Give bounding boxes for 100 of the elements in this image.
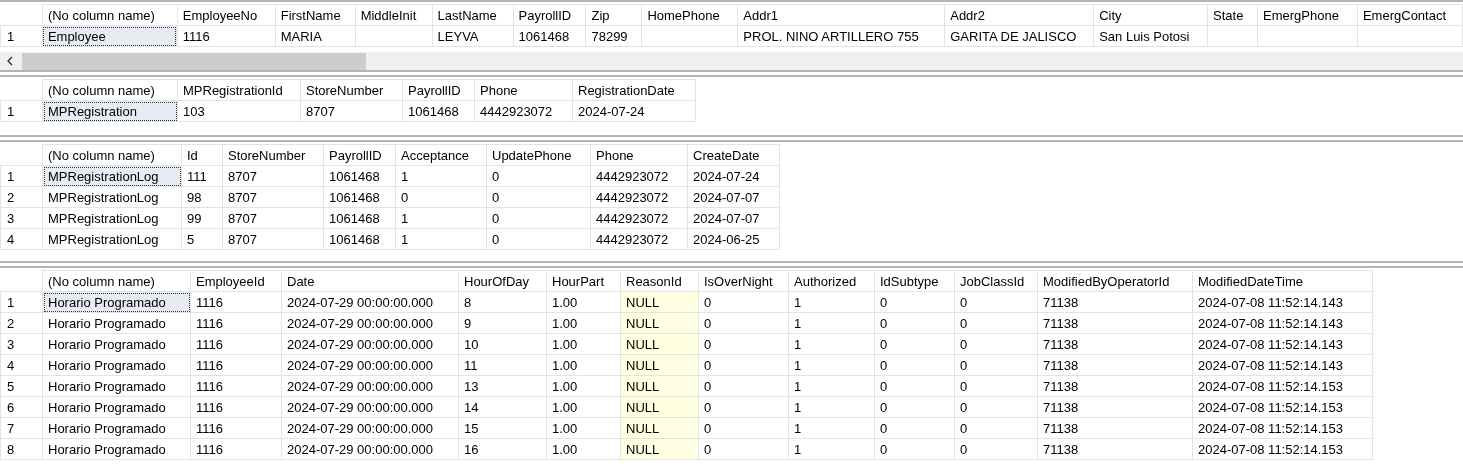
table-cell[interactable]: 1116 (190, 438, 282, 460)
table-cell[interactable]: 103 (177, 100, 301, 122)
column-header[interactable]: (No column name) (42, 4, 178, 26)
column-header[interactable]: Date (281, 270, 459, 292)
table-cell[interactable]: 1116 (190, 354, 282, 376)
column-header[interactable]: EmployeeId (190, 270, 282, 292)
table-cell[interactable]: 2024-07-29 00:00:00.000 (281, 438, 459, 460)
table-cell[interactable]: 1.00 (546, 354, 621, 376)
table-cell[interactable]: 0 (874, 333, 955, 355)
table-cell[interactable]: 1.00 (546, 438, 621, 460)
table-cell[interactable]: 0 (395, 186, 487, 208)
column-header[interactable]: UpdatePhone (486, 144, 591, 166)
table-cell[interactable]: 2024-07-29 00:00:00.000 (281, 417, 459, 439)
column-header[interactable]: EmergContact (1357, 4, 1463, 26)
table-cell[interactable]: 8707 (222, 165, 324, 187)
table-cell[interactable]: 1.00 (546, 333, 621, 355)
table-cell[interactable]: 71138 (1037, 375, 1193, 397)
table-cell[interactable]: 1116 (190, 417, 282, 439)
column-header[interactable]: Acceptance (395, 144, 487, 166)
column-header[interactable]: (No column name) (42, 270, 191, 292)
table-cell[interactable]: 11 (458, 354, 547, 376)
table-cell[interactable]: 2024-07-29 00:00:00.000 (281, 396, 459, 418)
column-header[interactable]: PayrollID (402, 79, 475, 101)
table-cell[interactable]: 1 (788, 333, 875, 355)
table-cell[interactable]: 2024-07-08 11:52:14.153 (1192, 438, 1373, 460)
table-cell[interactable]: 0 (874, 396, 955, 418)
table-cell[interactable]: 1 (788, 291, 875, 313)
table-cell[interactable]: 71138 (1037, 333, 1193, 355)
table-cell[interactable]: 0 (954, 354, 1038, 376)
table-cell[interactable]: 10 (458, 333, 547, 355)
column-header[interactable]: MiddleInit (355, 4, 433, 26)
table-cell[interactable]: 0 (698, 333, 789, 355)
table-cell[interactable]: 2024-07-29 00:00:00.000 (281, 354, 459, 376)
column-header[interactable]: EmployeeNo (177, 4, 276, 26)
table-cell[interactable]: 1116 (190, 291, 282, 313)
table-cell[interactable]: 4442923072 (590, 165, 688, 187)
table-cell[interactable]: 2024-07-08 11:52:14.153 (1192, 417, 1373, 439)
table-cell[interactable]: Horario Programado (42, 417, 191, 439)
column-header[interactable]: PayrollID (323, 144, 396, 166)
table-cell[interactable]: 0 (954, 333, 1038, 355)
horizontal-scrollbar[interactable] (0, 52, 1463, 70)
table-cell[interactable]: 0 (874, 438, 955, 460)
table-cell[interactable]: 2024-07-08 11:52:14.153 (1192, 375, 1373, 397)
table-cell[interactable]: 0 (874, 291, 955, 313)
table-cell[interactable]: Horario Programado (42, 312, 191, 334)
table-cell[interactable]: 71138 (1037, 354, 1193, 376)
table-cell[interactable]: MPRegistrationLog (42, 228, 182, 250)
table-cell[interactable]: 1.00 (546, 375, 621, 397)
table-cell[interactable]: 1 (788, 354, 875, 376)
table-cell[interactable]: MPRegistrationLog (42, 186, 182, 208)
table-cell[interactable]: 99 (181, 207, 223, 229)
table-cell[interactable]: 0 (698, 396, 789, 418)
table-cell[interactable]: 13 (458, 375, 547, 397)
table-cell[interactable]: 8707 (222, 186, 324, 208)
table-cell[interactable]: 0 (954, 291, 1038, 313)
table-cell[interactable]: 0 (486, 186, 591, 208)
column-header[interactable]: LastName (432, 4, 513, 26)
column-header[interactable]: ModifiedDateTime (1192, 270, 1373, 292)
table-cell[interactable]: Horario Programado (42, 354, 191, 376)
column-header[interactable]: Id (181, 144, 223, 166)
column-header[interactable]: (No column name) (42, 144, 182, 166)
table-cell[interactable]: 71138 (1037, 417, 1193, 439)
column-header[interactable]: Authorized (788, 270, 875, 292)
table-cell[interactable]: 1 (788, 396, 875, 418)
table-cell[interactable]: 111 (181, 165, 223, 187)
table-cell[interactable]: 0 (486, 228, 591, 250)
column-header[interactable]: Phone (590, 144, 688, 166)
table-cell[interactable]: 0 (874, 312, 955, 334)
table-cell[interactable]: 1 (788, 417, 875, 439)
table-cell[interactable]: 4442923072 (590, 228, 688, 250)
table-cell[interactable]: 0 (486, 207, 591, 229)
table-cell[interactable]: 1 (395, 207, 487, 229)
column-header[interactable]: Phone (474, 79, 573, 101)
column-header[interactable]: ModifiedByOperatorId (1037, 270, 1193, 292)
table-cell[interactable]: 0 (698, 291, 789, 313)
table-cell[interactable]: 71138 (1037, 291, 1193, 313)
table-cell[interactable]: 4442923072 (474, 100, 573, 122)
table-cell[interactable]: 4442923072 (590, 207, 688, 229)
column-header[interactable]: HourPart (546, 270, 621, 292)
table-cell[interactable]: 1116 (190, 312, 282, 334)
table-cell[interactable]: 0 (954, 396, 1038, 418)
table-cell[interactable]: 1116 (190, 375, 282, 397)
table-cell[interactable]: 9 (458, 312, 547, 334)
table-cell[interactable]: 98 (181, 186, 223, 208)
table-cell[interactable]: 8707 (300, 100, 403, 122)
column-header[interactable]: ReasonId (620, 270, 699, 292)
table-cell[interactable]: 1116 (190, 396, 282, 418)
table-cell[interactable]: 2024-07-07 (687, 207, 780, 229)
column-header[interactable]: City (1093, 4, 1208, 26)
column-header[interactable]: State (1207, 4, 1258, 26)
column-header[interactable]: IsOverNight (698, 270, 789, 292)
table-cell[interactable]: 0 (698, 417, 789, 439)
column-header[interactable]: Zip (585, 4, 642, 26)
table-cell[interactable]: 1 (788, 375, 875, 397)
table-cell[interactable]: 1.00 (546, 291, 621, 313)
table-cell[interactable]: 71138 (1037, 438, 1193, 460)
table-cell[interactable]: 1061468 (323, 207, 396, 229)
table-cell[interactable]: 71138 (1037, 396, 1193, 418)
table-cell[interactable]: 8707 (222, 228, 324, 250)
table-cell[interactable]: 2024-07-29 00:00:00.000 (281, 333, 459, 355)
